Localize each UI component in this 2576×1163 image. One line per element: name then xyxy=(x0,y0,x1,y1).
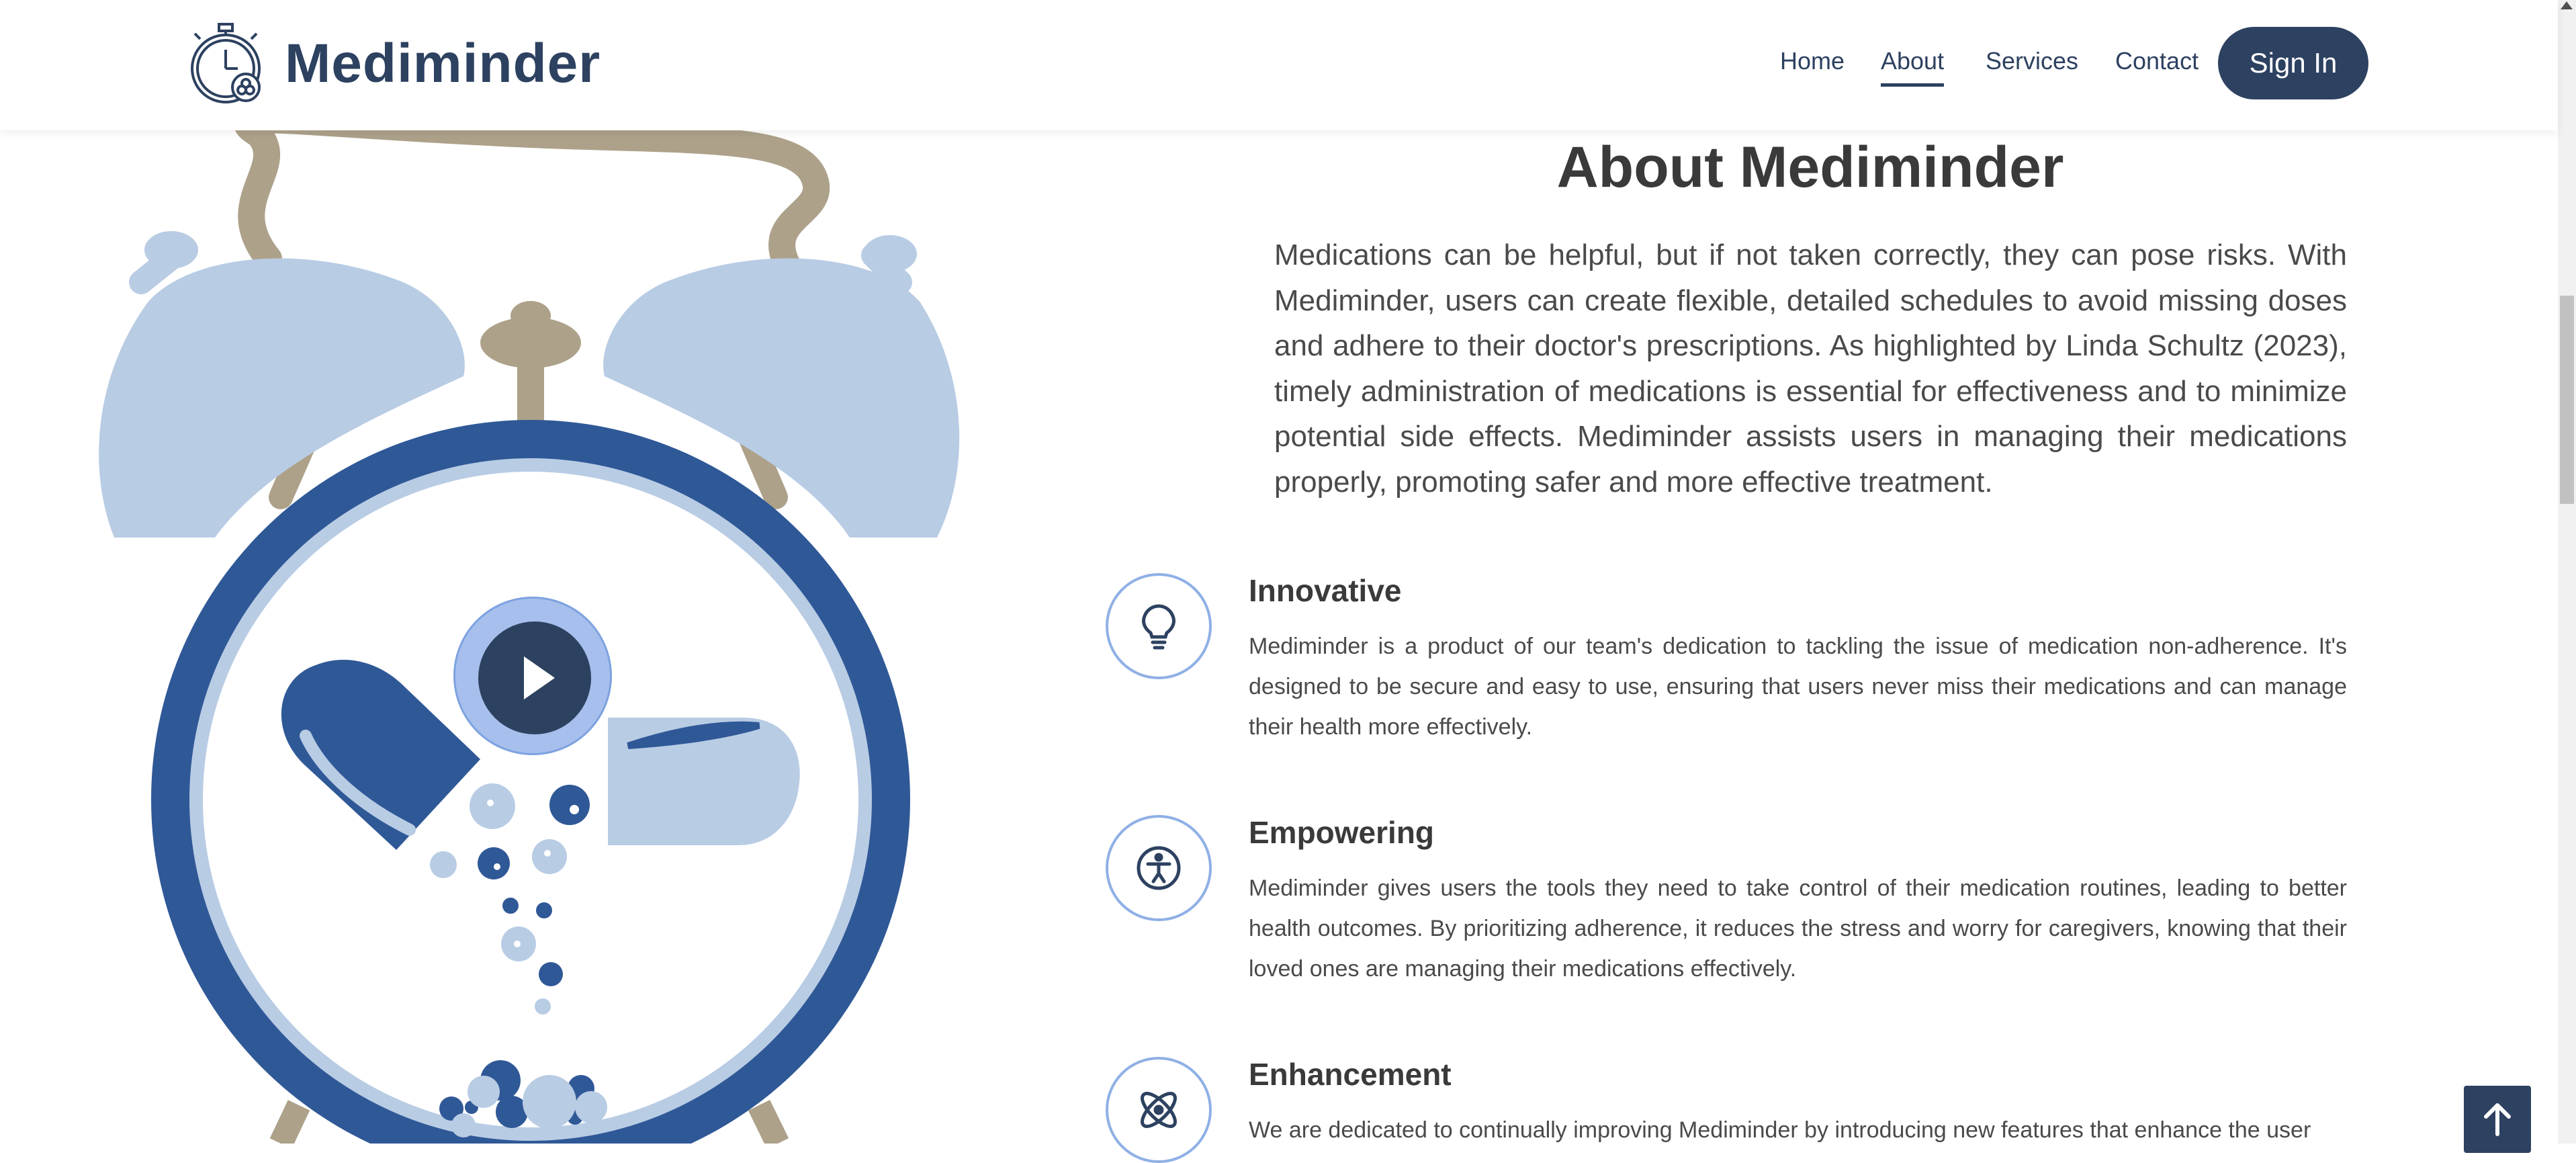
play-button-core xyxy=(478,621,591,734)
atom-icon xyxy=(1141,1092,1177,1128)
site-header: Mediminder Home About Services Contact S… xyxy=(0,0,2558,130)
about-intro-text: Medications can be helpful, but if not t… xyxy=(1274,239,2347,499)
feature-title-empowering: Empowering xyxy=(1249,815,1435,850)
nav-about[interactable]: About xyxy=(1881,47,1945,87)
play-icon xyxy=(524,656,555,699)
lightbulb-icon xyxy=(1142,604,1175,650)
page-scrollbar[interactable] xyxy=(2558,0,2576,1144)
scrollbar-thumb[interactable] xyxy=(2560,296,2574,504)
feature-text-empowering: Mediminder gives users the tools they ne… xyxy=(1249,875,2347,982)
feature-icon-empowering xyxy=(1106,815,1212,921)
page-title: About Mediminder xyxy=(1556,135,2064,200)
nav-contact[interactable]: Contact xyxy=(2115,47,2199,75)
scroll-up-arrow-icon[interactable] xyxy=(2561,1,2573,9)
sign-in-button[interactable]: Sign In xyxy=(2218,27,2368,99)
feature-text-innovative: Mediminder is a product of our team's de… xyxy=(1249,634,2347,740)
feature-title-innovative: Innovative xyxy=(1249,573,1402,608)
stopwatch-pill-logo-icon[interactable] xyxy=(187,20,267,107)
feature-icon-enhancement xyxy=(1106,1057,1212,1163)
feature-text-enhancement: We are dedicated to continually improvin… xyxy=(1249,1117,2311,1143)
nav-home[interactable]: Home xyxy=(1780,47,1845,75)
nav-services[interactable]: Services xyxy=(1986,47,2078,75)
play-video-button[interactable] xyxy=(453,597,612,755)
back-to-top-button[interactable] xyxy=(2464,1086,2531,1153)
accessibility-icon xyxy=(1137,846,1181,890)
brand-name[interactable]: Mediminder xyxy=(285,32,601,95)
alarm-clock-pill-illustration xyxy=(99,106,960,1144)
arrow-up-icon xyxy=(2484,1103,2511,1136)
feature-icon-innovative xyxy=(1106,573,1212,679)
feature-title-enhancement: Enhancement xyxy=(1249,1057,1452,1092)
